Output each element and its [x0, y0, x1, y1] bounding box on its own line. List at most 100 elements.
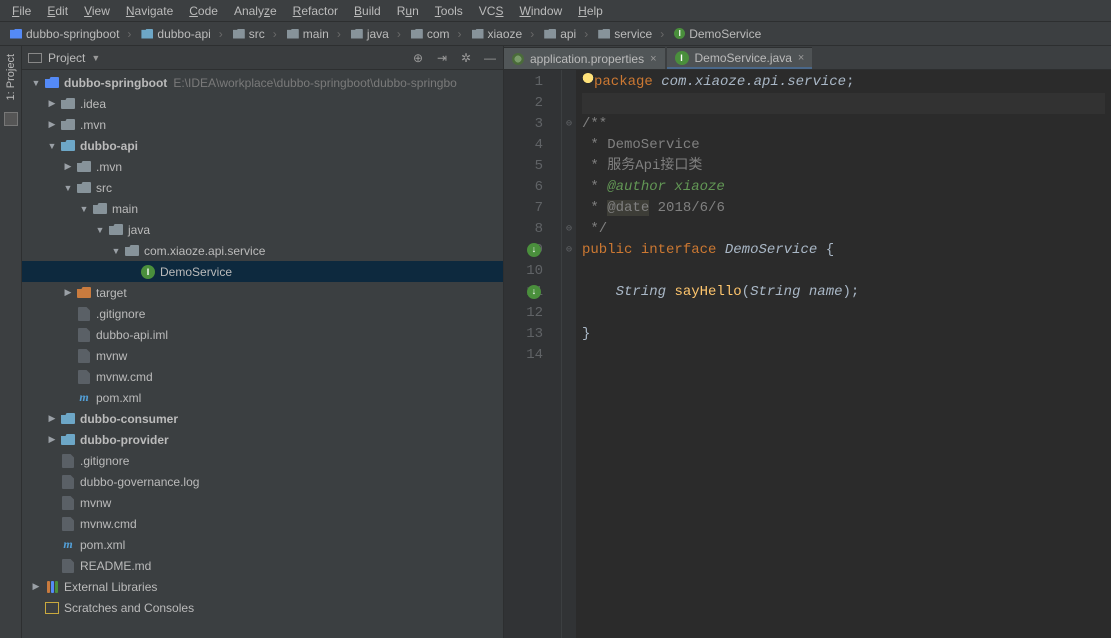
- tree-item-external-libraries[interactable]: ▶External Libraries: [22, 576, 503, 597]
- tree-item-label: .gitignore: [80, 454, 129, 468]
- expand-icon[interactable]: ▶: [30, 581, 42, 592]
- breadcrumb-java[interactable]: java: [347, 26, 405, 42]
- tree-item-mvnw-cmd[interactable]: ▶mvnw.cmd: [22, 513, 503, 534]
- iface-icon: I: [675, 51, 689, 65]
- gear-icon[interactable]: ✲: [459, 51, 473, 65]
- chevron-down-icon[interactable]: ▼: [91, 53, 100, 63]
- tree-item-mvnw[interactable]: ▶mvnw: [22, 345, 503, 366]
- breadcrumb-label: service: [614, 27, 652, 41]
- tree-item--gitignore[interactable]: ▶.gitignore: [22, 303, 503, 324]
- menu-run[interactable]: Run: [389, 2, 427, 20]
- tree-item-path: E:\IDEA\workplace\dubbo-springboot\dubbo…: [173, 76, 457, 90]
- tab-demoservice-java[interactable]: IDemoService.java×: [667, 47, 813, 69]
- menu-file[interactable]: File: [4, 2, 39, 20]
- tree-item-target[interactable]: ▶target: [22, 282, 503, 303]
- tree-item--mvn[interactable]: ▶.mvn: [22, 156, 503, 177]
- expand-icon[interactable]: ▼: [62, 183, 74, 193]
- menu-view[interactable]: View: [76, 2, 118, 20]
- menu-analyze[interactable]: Analyze: [226, 2, 285, 20]
- tree-item-label: pom.xml: [80, 538, 125, 552]
- breadcrumb-src[interactable]: src: [229, 26, 281, 42]
- project-tree[interactable]: ▼dubbo-springbootE:\IDEA\workplace\dubbo…: [22, 70, 503, 638]
- tree-item-dubbo-governance-log[interactable]: ▶dubbo-governance.log: [22, 471, 503, 492]
- tree-item-demoservice[interactable]: ▶IDemoService: [22, 261, 503, 282]
- expand-icon[interactable]: ▶: [62, 287, 74, 298]
- breadcrumb-xiaoze[interactable]: xiaoze: [468, 26, 539, 42]
- override-gutter-icon[interactable]: [527, 285, 541, 299]
- breadcrumb-com[interactable]: com: [407, 26, 466, 42]
- tree-item-dubbo-springboot[interactable]: ▼dubbo-springbootE:\IDEA\workplace\dubbo…: [22, 72, 503, 93]
- expand-icon[interactable]: ▶: [62, 161, 74, 172]
- breadcrumb-dubbo-api[interactable]: dubbo-api: [137, 26, 226, 42]
- menu-build[interactable]: Build: [346, 2, 389, 20]
- project-panel-header: Project ▼ ⊕ ⇥ ✲ —: [22, 46, 503, 70]
- file-icon: [60, 517, 76, 531]
- breadcrumb-main[interactable]: main: [283, 26, 345, 42]
- menu-code[interactable]: Code: [181, 2, 226, 20]
- close-icon[interactable]: ×: [798, 52, 804, 64]
- tree-item--mvn[interactable]: ▶.mvn: [22, 114, 503, 135]
- tree-item-dubbo-api-iml[interactable]: ▶dubbo-api.iml: [22, 324, 503, 345]
- breadcrumb-label: xiaoze: [488, 27, 523, 41]
- pkg-icon: [76, 182, 92, 193]
- intention-bulb-icon[interactable]: [582, 73, 594, 85]
- breadcrumb-dubbo-springboot[interactable]: dubbo-springboot: [6, 26, 135, 42]
- tree-item-pom-xml[interactable]: ▶mpom.xml: [22, 387, 503, 408]
- menu-refactor[interactable]: Refactor: [285, 2, 346, 20]
- close-icon[interactable]: ×: [650, 53, 656, 65]
- collapse-all-icon[interactable]: ⇥: [435, 51, 449, 65]
- code-editor[interactable]: 1234567891011121314 ⊖⊖⊖ package com.xiao…: [504, 70, 1111, 638]
- pkg-icon: [351, 29, 363, 39]
- hide-panel-icon[interactable]: —: [483, 51, 497, 65]
- tree-item-dubbo-provider[interactable]: ▶dubbo-provider: [22, 429, 503, 450]
- tree-item-pom-xml[interactable]: ▶mpom.xml: [22, 534, 503, 555]
- tree-item-main[interactable]: ▼main: [22, 198, 503, 219]
- scr-icon: [44, 602, 60, 614]
- override-gutter-icon[interactable]: [527, 243, 541, 257]
- expand-icon[interactable]: ▶: [46, 413, 58, 424]
- tree-item-dubbo-api[interactable]: ▼dubbo-api: [22, 135, 503, 156]
- menu-edit[interactable]: Edit: [39, 2, 76, 20]
- menu-window[interactable]: Window: [511, 2, 570, 20]
- menu-tools[interactable]: Tools: [427, 2, 471, 20]
- mod-icon: [60, 413, 76, 424]
- tree-item-mvnw-cmd[interactable]: ▶mvnw.cmd: [22, 366, 503, 387]
- file-icon: [76, 349, 92, 363]
- mvn-icon: m: [60, 537, 76, 552]
- breadcrumb-service[interactable]: service: [594, 26, 668, 42]
- tree-item-scratches-and-consoles[interactable]: ▶Scratches and Consoles: [22, 597, 503, 618]
- root-icon: [44, 77, 60, 88]
- expand-icon[interactable]: ▶: [46, 98, 58, 109]
- tab-label: application.properties: [530, 52, 644, 66]
- tree-item--gitignore[interactable]: ▶.gitignore: [22, 450, 503, 471]
- left-tool-strip: 1: Project: [0, 46, 22, 638]
- code-content[interactable]: package com.xiaoze.api.service; /** * De…: [576, 70, 1111, 638]
- menu-navigate[interactable]: Navigate: [118, 2, 181, 20]
- tree-item-src[interactable]: ▼src: [22, 177, 503, 198]
- tree-item-java[interactable]: ▼java: [22, 219, 503, 240]
- expand-icon[interactable]: ▼: [110, 246, 122, 256]
- expand-icon[interactable]: ▼: [78, 204, 90, 214]
- menu-help[interactable]: Help: [570, 2, 611, 20]
- tree-item-readme-md[interactable]: ▶README.md: [22, 555, 503, 576]
- tab-application-properties[interactable]: application.properties ×: [504, 47, 665, 69]
- locate-icon[interactable]: ⊕: [411, 51, 425, 65]
- menu-vcs[interactable]: VCS: [471, 2, 512, 20]
- line-gutter: 1234567891011121314: [504, 70, 562, 638]
- expand-icon[interactable]: ▼: [30, 78, 42, 88]
- tree-item-label: Scratches and Consoles: [64, 601, 194, 615]
- expand-icon[interactable]: ▼: [46, 141, 58, 151]
- tree-item-mvnw[interactable]: ▶mvnw: [22, 492, 503, 513]
- expand-icon[interactable]: ▶: [46, 434, 58, 445]
- tree-item-dubbo-consumer[interactable]: ▶dubbo-consumer: [22, 408, 503, 429]
- breadcrumb-demoservice[interactable]: IDemoService: [670, 26, 765, 42]
- toolstrip-structure-icon[interactable]: [4, 112, 18, 126]
- breadcrumb-api[interactable]: api: [540, 26, 592, 42]
- pkg-icon: [472, 29, 484, 39]
- toolstrip-project-button[interactable]: 1: Project: [5, 50, 17, 104]
- expand-icon[interactable]: ▶: [46, 119, 58, 130]
- mod-icon: [141, 29, 153, 39]
- tree-item-com-xiaoze-api-service[interactable]: ▼com.xiaoze.api.service: [22, 240, 503, 261]
- expand-icon[interactable]: ▼: [94, 225, 106, 235]
- tree-item--idea[interactable]: ▶.idea: [22, 93, 503, 114]
